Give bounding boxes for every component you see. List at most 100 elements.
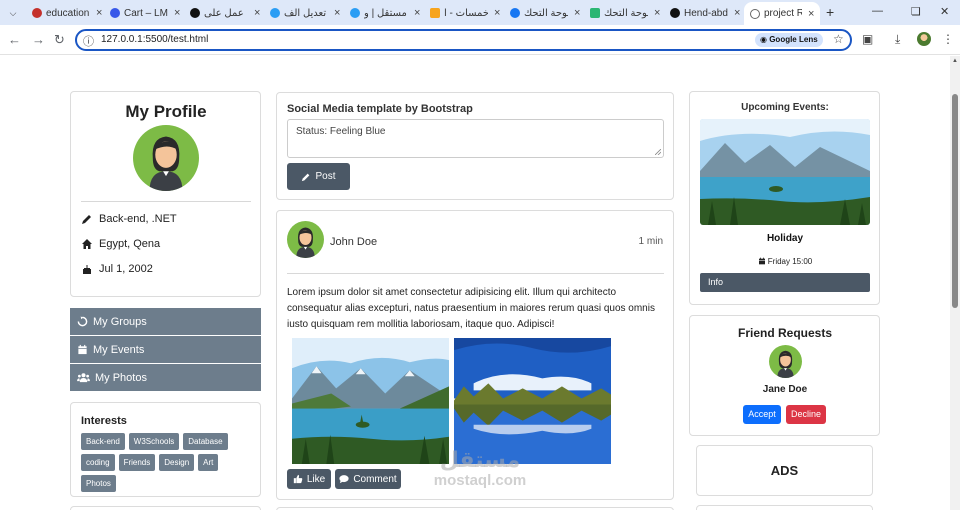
- tab-favicon-icon: [190, 8, 200, 18]
- tab-favicon-icon: [510, 8, 520, 18]
- composer-heading: Social Media template by Bootstrap: [287, 103, 473, 115]
- post-author-name[interactable]: John Doe: [330, 236, 377, 248]
- users-icon: [77, 373, 90, 383]
- tab-active[interactable]: project RV ×: [744, 2, 820, 25]
- friend-requests-card: Friend Requests Jane Doe Accept Decline: [689, 315, 880, 436]
- tab-title: عمل على: [204, 7, 244, 19]
- tab-close-icon[interactable]: ×: [414, 7, 420, 19]
- interest-tag[interactable]: Design: [159, 454, 195, 471]
- side-menu-my-groups[interactable]: My Groups: [70, 308, 261, 335]
- tab-close-icon[interactable]: ×: [334, 7, 340, 19]
- profile-avatar-icon[interactable]: [917, 32, 931, 46]
- google-lens-label: Google Lens: [769, 35, 818, 44]
- tab-close-icon[interactable]: ×: [734, 7, 740, 19]
- interest-tag[interactable]: Photos: [81, 475, 116, 492]
- comment-button[interactable]: Comment: [335, 469, 401, 489]
- tab-title: لوحة التحك: [604, 7, 648, 19]
- side-menu-label: My Events: [93, 343, 145, 356]
- github-icon: [670, 8, 680, 18]
- tab-search-chevron-icon[interactable]: ⌵: [5, 5, 21, 21]
- new-tab-icon[interactable]: +: [826, 4, 834, 20]
- tab-close-icon[interactable]: ×: [574, 7, 580, 19]
- birthday-cake-icon: [83, 265, 91, 274]
- like-button[interactable]: Like: [287, 469, 331, 489]
- composer-card: Social Media template by Bootstrap Statu…: [276, 92, 674, 200]
- pencil-icon: [302, 173, 310, 181]
- tab-close-icon[interactable]: ×: [254, 7, 260, 19]
- tab-close-icon[interactable]: ×: [654, 7, 660, 19]
- back-icon[interactable]: ←: [8, 32, 21, 47]
- tab-title: Hend-abd: [684, 7, 728, 19]
- post-photo-lake[interactable]: [292, 338, 449, 464]
- google-lens-button[interactable]: ◉ Google Lens: [755, 33, 823, 47]
- tab-title: مستقل | و: [364, 7, 407, 19]
- interest-tag[interactable]: W3Schools: [128, 433, 180, 450]
- profile-job-row: Back-end, .NET: [81, 213, 177, 225]
- tab-favicon-icon: [270, 8, 280, 18]
- interest-tag[interactable]: Art: [198, 454, 219, 471]
- events-title: Upcoming Events:: [741, 102, 829, 113]
- scroll-up-icon[interactable]: ▲: [952, 58, 958, 64]
- interest-tag[interactable]: coding: [81, 454, 115, 471]
- tab-close-icon[interactable]: ×: [494, 7, 500, 19]
- post-button-label: Post: [315, 171, 336, 182]
- profile-avatar: [133, 125, 199, 191]
- page-scrollbar[interactable]: ▲: [950, 56, 960, 510]
- address-bar[interactable]: ⓘ 127.0.0.1:5500/test.html ◉ Google Lens…: [75, 29, 852, 51]
- decline-button[interactable]: Decline: [786, 405, 826, 424]
- tab-0[interactable]: education ×: [26, 3, 104, 23]
- browser-toolbar: ← → ↻ ⓘ 127.0.0.1:5500/test.html ◉ Googl…: [0, 25, 960, 55]
- menu-kebab-icon[interactable]: ⋮: [942, 32, 954, 46]
- reload-icon[interactable]: ↻: [54, 32, 65, 48]
- interest-tag[interactable]: Friends: [118, 454, 156, 471]
- tab-5[interactable]: خمسات - ا ×: [424, 3, 504, 23]
- interest-tag[interactable]: Back-end: [81, 433, 125, 450]
- tab-4[interactable]: مستقل | و ×: [344, 3, 424, 23]
- site-info-icon[interactable]: ⓘ: [83, 33, 94, 49]
- like-button-label: Like: [306, 473, 326, 485]
- minimize-icon[interactable]: —: [872, 5, 883, 17]
- ads-box[interactable]: ADS: [696, 445, 873, 496]
- tab-1[interactable]: Cart – LMS ×: [104, 3, 184, 23]
- event-photo: [700, 119, 870, 225]
- tab-favicon-icon: [430, 8, 440, 18]
- extensions-icon[interactable]: ▣: [862, 32, 873, 46]
- tab-close-icon[interactable]: ×: [808, 8, 814, 20]
- accept-button[interactable]: Accept: [743, 405, 781, 424]
- tab-3[interactable]: تعديل الف ×: [264, 3, 344, 23]
- tab-title: Cart – LMS: [124, 7, 168, 19]
- post-body: Lorem ipsum dolor sit amet consectetur a…: [287, 287, 655, 330]
- profile-card: My Profile Back-end, .NET Egypt, Qena Ju…: [70, 91, 261, 297]
- forward-icon[interactable]: →: [32, 32, 45, 47]
- browser-tab-bar: ⌵ education × Cart – LMS × عمل على × تعد…: [0, 0, 960, 25]
- restore-icon[interactable]: ❏: [911, 5, 921, 18]
- close-window-icon[interactable]: ✕: [940, 5, 949, 18]
- side-menu-label: My Photos: [95, 371, 147, 384]
- mostaql-watermark: مستقل mostaql.com: [420, 448, 540, 490]
- side-menu-label: My Groups: [93, 315, 147, 328]
- tab-6[interactable]: لوحة التحك ×: [504, 3, 584, 23]
- tab-7[interactable]: لوحة التحك ×: [584, 3, 664, 23]
- thumbs-up-icon: [293, 474, 303, 484]
- tab-title: خمسات - ا: [444, 7, 488, 19]
- tab-close-icon[interactable]: ×: [174, 7, 180, 19]
- tab-close-icon[interactable]: ×: [96, 7, 102, 19]
- resize-grip-icon[interactable]: [655, 149, 661, 155]
- download-icon[interactable]: ⤓: [895, 32, 900, 47]
- url-text[interactable]: 127.0.0.1:5500/test.html: [101, 34, 208, 45]
- post-button[interactable]: Post: [287, 163, 350, 190]
- tab-8[interactable]: Hend-abd ×: [664, 3, 744, 23]
- bookmark-star-icon[interactable]: ☆: [833, 32, 844, 46]
- post-photo-reflection[interactable]: [454, 338, 611, 464]
- event-info-button[interactable]: Info: [700, 273, 870, 292]
- globe-icon: [750, 8, 760, 19]
- interest-tag[interactable]: Database: [183, 433, 228, 450]
- tab-2[interactable]: عمل على ×: [184, 3, 264, 23]
- side-menu-my-events[interactable]: My Events: [70, 336, 261, 363]
- post-time: 1 min: [638, 236, 663, 247]
- scroll-thumb[interactable]: [952, 94, 958, 308]
- status-input[interactable]: Status: Feeling Blue: [287, 119, 664, 158]
- event-date: Friday 15:00: [767, 257, 813, 266]
- side-menu-my-photos[interactable]: My Photos: [70, 364, 261, 391]
- profile-job: Back-end, .NET: [99, 213, 177, 225]
